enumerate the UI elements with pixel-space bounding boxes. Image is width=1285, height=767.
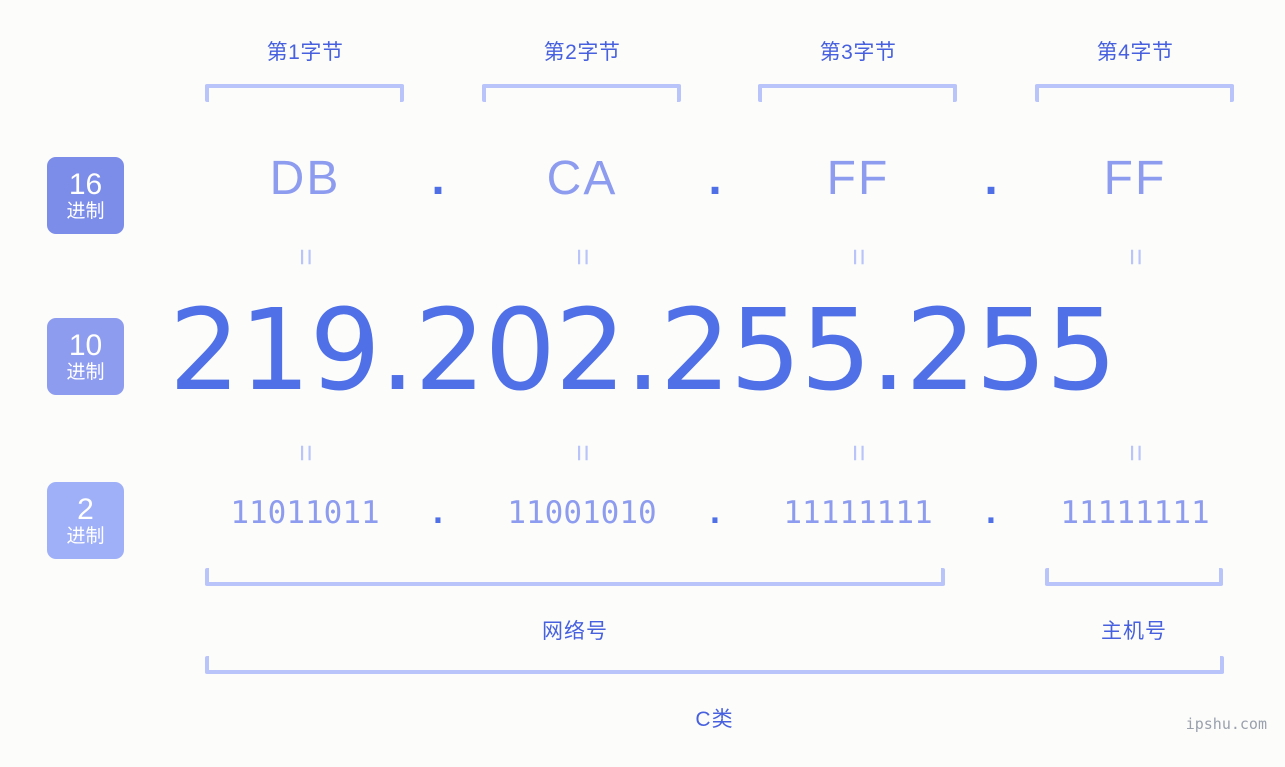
decimal-octet-1: 219 (169, 286, 381, 416)
hex-value-byte-3: FF (826, 152, 890, 205)
byte-label-1: 第1字节 (266, 41, 344, 64)
decimal-separator-3: . (870, 286, 907, 416)
hex-separator-1: . (431, 152, 445, 205)
binary-separator-3: . (981, 495, 1001, 531)
host-portion-label: 主机号 (1101, 620, 1167, 643)
decimal-ip-address: 219.202.255.255 (0, 295, 1285, 407)
byte-bracket-4 (1035, 84, 1234, 102)
byte-bracket-3 (758, 84, 957, 102)
site-watermark: ipshu.com (1185, 715, 1267, 733)
equals-icon-dec-bin-4: = (1119, 444, 1152, 462)
equals-icon-hex-dec-4: = (1119, 248, 1152, 266)
hex-separator-3: . (984, 152, 998, 205)
ip-address-breakdown-diagram: 16 进制 10 进制 2 进制 第1字节 第2字节 第3字节 第4字节 DB … (0, 0, 1285, 767)
binary-separator-1: . (428, 495, 448, 531)
binary-value-byte-3: 11111111 (783, 495, 933, 531)
decimal-separator-2: . (625, 286, 661, 416)
radix-badge-hex: 16 进制 (47, 157, 124, 234)
byte-bracket-1 (205, 84, 404, 102)
binary-separator-2: . (705, 495, 725, 531)
decimal-octet-2: 202 (414, 286, 626, 416)
binary-value-byte-4: 11111111 (1060, 495, 1210, 531)
network-portion-bracket (205, 568, 945, 586)
radix-badge-hex-number: 16 (68, 168, 103, 201)
equals-icon-hex-dec-3: = (842, 248, 875, 266)
equals-icon-dec-bin-1: = (289, 444, 322, 462)
radix-badge-hex-unit: 进制 (66, 201, 105, 222)
network-portion-label: 网络号 (542, 620, 608, 643)
hex-value-byte-1: DB (269, 152, 341, 205)
hex-separator-2: . (708, 152, 722, 205)
byte-label-3: 第3字节 (819, 41, 897, 64)
equals-icon-hex-dec-1: = (289, 248, 322, 266)
decimal-separator-1: . (379, 286, 416, 416)
byte-bracket-2 (482, 84, 681, 102)
equals-icon-dec-bin-2: = (566, 444, 599, 462)
byte-label-2: 第2字节 (543, 41, 621, 64)
host-portion-bracket (1045, 568, 1223, 586)
byte-label-4: 第4字节 (1096, 41, 1174, 64)
address-class-bracket (205, 656, 1224, 674)
binary-value-byte-2: 11001010 (507, 495, 657, 531)
equals-icon-dec-bin-3: = (842, 444, 875, 462)
decimal-octet-3: 255 (659, 286, 872, 416)
hex-value-byte-4: FF (1103, 152, 1167, 205)
radix-badge-binary-unit: 进制 (66, 526, 105, 547)
equals-icon-hex-dec-2: = (566, 248, 599, 266)
address-class-label: C类 (695, 708, 734, 731)
binary-value-byte-1: 11011011 (230, 495, 380, 531)
radix-badge-binary: 2 进制 (47, 482, 124, 559)
hex-value-byte-2: CA (546, 152, 618, 205)
radix-badge-binary-number: 2 (77, 493, 94, 526)
decimal-octet-4: 255 (905, 286, 1117, 416)
